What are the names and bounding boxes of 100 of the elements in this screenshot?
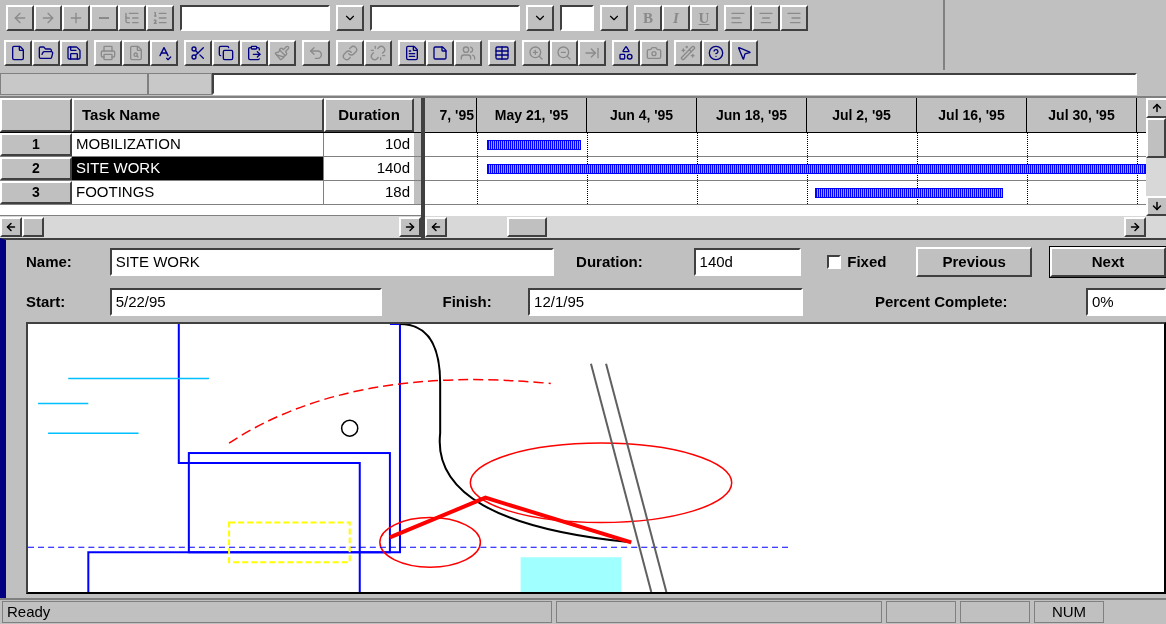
- row-header[interactable]: 2: [0, 157, 72, 180]
- scroll-button[interactable]: [1146, 196, 1166, 216]
- timescale-label: Jul 30, '95: [1027, 98, 1137, 132]
- go-to-icon: [584, 45, 600, 61]
- percent-complete-field[interactable]: 0%: [1086, 288, 1166, 316]
- task-name-cell[interactable]: SITE WORK: [72, 157, 324, 180]
- down-arrow-icon: [1151, 200, 1163, 212]
- toolbar-button[interactable]: [212, 40, 240, 66]
- print-preview-icon: [128, 45, 144, 61]
- right-arrow-icon: [1129, 221, 1141, 233]
- task-bar[interactable]: [487, 140, 581, 150]
- scroll-button[interactable]: [1124, 217, 1146, 237]
- help-icon: [708, 45, 724, 61]
- toolbar-button[interactable]: [240, 40, 268, 66]
- shapes-icon: [618, 45, 634, 61]
- outline-tree-icon: [124, 10, 140, 26]
- toolbar-button[interactable]: [32, 40, 60, 66]
- task-info-icon: [404, 45, 420, 61]
- scroll-button[interactable]: [425, 217, 447, 237]
- toolbar-button[interactable]: [702, 40, 730, 66]
- scroll-thumb[interactable]: [507, 217, 547, 237]
- finish-field[interactable]: 12/1/95: [528, 288, 803, 316]
- scroll-button[interactable]: [1146, 98, 1166, 118]
- align-left-icon: [730, 10, 746, 26]
- duration-cell[interactable]: 10d: [324, 133, 414, 156]
- duration-label: Duration:: [576, 251, 644, 272]
- scroll-button[interactable]: [399, 217, 421, 237]
- toolbar-button[interactable]: [612, 40, 640, 66]
- right-arrow-icon: [40, 10, 56, 26]
- copy-icon: [218, 45, 234, 61]
- select-all-corner[interactable]: [0, 98, 72, 132]
- start-label: Start:: [26, 291, 67, 312]
- link-icon: [342, 45, 358, 61]
- toolbar-button[interactable]: [488, 40, 516, 66]
- people-icon: [460, 45, 476, 61]
- column-header[interactable]: Duration: [324, 98, 414, 132]
- toolbar-button[interactable]: [150, 40, 178, 66]
- scroll-thumb[interactable]: [1146, 118, 1166, 158]
- status-message: Ready: [2, 601, 552, 623]
- dropdown-button[interactable]: [600, 5, 628, 31]
- zoom-out-icon: [556, 45, 572, 61]
- left-arrow-icon: [430, 221, 442, 233]
- align-right-icon: [786, 10, 802, 26]
- next-button[interactable]: Next: [1050, 247, 1166, 277]
- scroll-button[interactable]: [0, 217, 22, 237]
- timescale-label: Jul 16, '95: [917, 98, 1027, 132]
- combo-field[interactable]: [180, 5, 330, 31]
- up-arrow-icon: [1151, 102, 1163, 114]
- task-bar[interactable]: [487, 164, 1146, 174]
- align-center-icon: [758, 10, 774, 26]
- percent-complete-label: Percent Complete:: [874, 291, 1009, 312]
- toolbar-button[interactable]: [60, 40, 88, 66]
- task-bar[interactable]: [815, 188, 1003, 198]
- wand-icon: [680, 45, 696, 61]
- fixed-checkbox[interactable]: [827, 255, 842, 269]
- start-field[interactable]: 5/22/95: [109, 288, 383, 316]
- minus-icon: [99, 17, 109, 19]
- save-icon: [66, 45, 82, 61]
- dropdown-button[interactable]: [526, 5, 554, 31]
- unlink-icon: [370, 45, 386, 61]
- camera-icon: [646, 45, 662, 61]
- dropdown-button[interactable]: [336, 5, 364, 31]
- column-header[interactable]: Task Name: [72, 98, 324, 132]
- timescale-label: Jun 18, '95: [697, 98, 807, 132]
- paintbrush-icon: [274, 45, 290, 61]
- pointer-help-icon: [736, 45, 752, 61]
- previous-button[interactable]: Previous: [916, 247, 1032, 277]
- left-arrow-icon: [5, 221, 17, 233]
- duration-field[interactable]: 140d: [693, 248, 802, 276]
- task-name-cell[interactable]: FOOTINGS: [72, 181, 324, 204]
- cut-icon: [190, 45, 206, 61]
- row-header[interactable]: 3: [0, 181, 72, 204]
- toolbar-button[interactable]: [730, 40, 758, 66]
- task-name-cell[interactable]: MOBILIZATION: [72, 133, 324, 156]
- timescale-label: May 21, '95: [477, 98, 587, 132]
- table-icon: [494, 45, 510, 61]
- duration-cell[interactable]: 18d: [324, 181, 414, 204]
- finish-label: Finish:: [442, 291, 493, 312]
- fixed-label: Fixed: [847, 251, 887, 272]
- combo-field[interactable]: [560, 5, 594, 31]
- folder-icon: [38, 45, 54, 61]
- note-icon: [432, 45, 448, 61]
- scroll-thumb[interactable]: [22, 217, 44, 237]
- undo-icon: [308, 45, 324, 61]
- entry-field[interactable]: [212, 73, 1137, 95]
- status-indicator: NUM: [1034, 601, 1104, 623]
- combo-field[interactable]: [370, 5, 520, 31]
- name-label: Name:: [26, 251, 73, 272]
- new-file-icon: [10, 45, 26, 61]
- paste-icon: [246, 45, 262, 61]
- toolbar-button[interactable]: [184, 40, 212, 66]
- row-header[interactable]: 1: [0, 133, 72, 156]
- toolbar-button[interactable]: [426, 40, 454, 66]
- toolbar-button[interactable]: [398, 40, 426, 66]
- toolbar-button[interactable]: [4, 40, 32, 66]
- duration-cell[interactable]: 140d: [324, 157, 414, 180]
- right-arrow-icon: [404, 221, 416, 233]
- name-field[interactable]: SITE WORK: [109, 248, 555, 276]
- timescale-label: Jul 2, '95: [807, 98, 917, 132]
- timescale-label: 7, '95: [425, 98, 477, 132]
